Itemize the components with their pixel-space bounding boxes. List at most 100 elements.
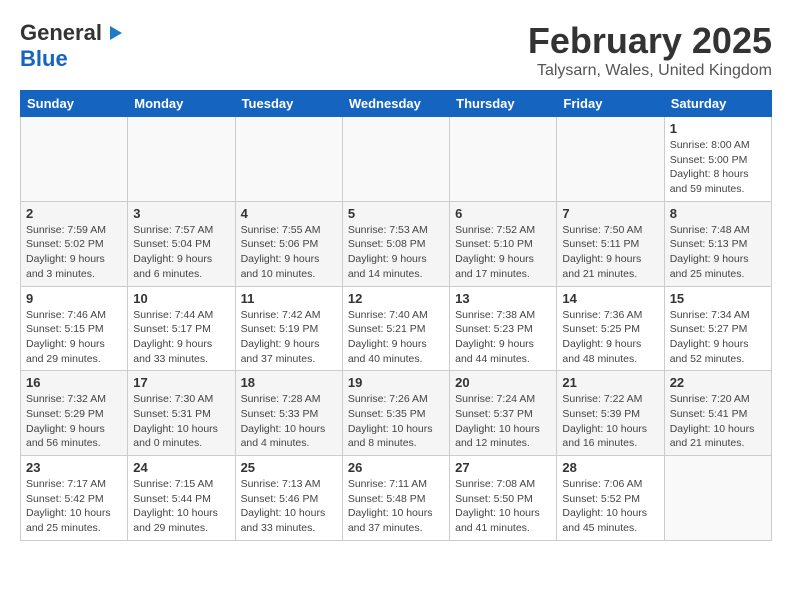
day-info: Sunrise: 7:36 AM Sunset: 5:25 PM Dayligh… — [562, 308, 658, 367]
location: Talysarn, Wales, United Kingdom — [528, 62, 772, 80]
calendar-cell: 6Sunrise: 7:52 AM Sunset: 5:10 PM Daylig… — [450, 201, 557, 286]
calendar-cell — [235, 117, 342, 202]
day-info: Sunrise: 7:06 AM Sunset: 5:52 PM Dayligh… — [562, 477, 658, 536]
calendar-cell: 20 Sunrise: 7:24 AM Sunset: 5:37 PM Dayli… — [450, 371, 557, 456]
day-number: 5 — [348, 206, 444, 221]
day-info: Sunrise: 7:46 AM Sunset: 5:15 PM Dayligh… — [26, 308, 122, 367]
calendar-cell — [128, 117, 235, 202]
calendar-cell: 25 Sunrise: 7:13 AM Sunset: 5:46 PM Dayli… — [235, 456, 342, 541]
calendar-cell: 7 Sunrise: 7:50 AM Sunset: 5:11 PM Daylig… — [557, 201, 664, 286]
day-number: 19 — [348, 375, 444, 390]
day-number: 4 — [241, 206, 337, 221]
calendar-cell: 27 Sunrise: 7:08 AM Sunset: 5:50 PM Dayli… — [450, 456, 557, 541]
day-info: Sunrise: 7:50 AM Sunset: 5:11 PM Dayligh… — [562, 223, 658, 282]
calendar-cell — [557, 117, 664, 202]
calendar-cell — [450, 117, 557, 202]
day-info: Sunrise: 7:34 AM Sunset: 5:27 PM Dayligh… — [670, 308, 766, 367]
calendar-cell: 17Sunrise: 7:30 AM Sunset: 5:31 PM Dayli… — [128, 371, 235, 456]
calendar-cell: 28 Sunrise: 7:06 AM Sunset: 5:52 PM Dayli… — [557, 456, 664, 541]
day-info: Sunrise: 7:55 AM Sunset: 5:06 PM Dayligh… — [241, 223, 337, 282]
calendar-cell — [664, 456, 771, 541]
calendar-cell: 21 Sunrise: 7:22 AM Sunset: 5:39 PM Dayli… — [557, 371, 664, 456]
logo: General Blue — [20, 20, 124, 72]
calendar-cell: 5 Sunrise: 7:53 AM Sunset: 5:08 PM Daylig… — [342, 201, 449, 286]
calendar-cell: 12 Sunrise: 7:40 AM Sunset: 5:21 PM Dayli… — [342, 286, 449, 371]
day-number: 2 — [26, 206, 122, 221]
day-info: Sunrise: 7:30 AM Sunset: 5:31 PM Dayligh… — [133, 392, 229, 451]
day-number: 25 — [241, 460, 337, 475]
calendar-cell: 11 Sunrise: 7:42 AM Sunset: 5:19 PM Dayli… — [235, 286, 342, 371]
calendar-cell: 24 Sunrise: 7:15 AM Sunset: 5:44 PM Dayli… — [128, 456, 235, 541]
calendar-week-5: 23 Sunrise: 7:17 AM Sunset: 5:42 PM Dayli… — [21, 456, 772, 541]
calendar-week-1: 1 Sunrise: 8:00 AM Sunset: 5:00 PM Daylig… — [21, 117, 772, 202]
day-info: Sunrise: 7:22 AM Sunset: 5:39 PM Dayligh… — [562, 392, 658, 451]
day-info: Sunrise: 7:44 AM Sunset: 5:17 PM Dayligh… — [133, 308, 229, 367]
calendar-cell: 23 Sunrise: 7:17 AM Sunset: 5:42 PM Dayli… — [21, 456, 128, 541]
day-number: 26 — [348, 460, 444, 475]
weekday-header-thursday: Thursday — [450, 91, 557, 117]
calendar-cell: 15Sunrise: 7:34 AM Sunset: 5:27 PM Dayli… — [664, 286, 771, 371]
calendar-cell: 1 Sunrise: 8:00 AM Sunset: 5:00 PM Daylig… — [664, 117, 771, 202]
weekday-header-sunday: Sunday — [21, 91, 128, 117]
day-number: 18 — [241, 375, 337, 390]
calendar-cell: 18Sunrise: 7:28 AM Sunset: 5:33 PM Dayli… — [235, 371, 342, 456]
day-number: 23 — [26, 460, 122, 475]
calendar-week-3: 9 Sunrise: 7:46 AM Sunset: 5:15 PM Daylig… — [21, 286, 772, 371]
day-info: Sunrise: 7:53 AM Sunset: 5:08 PM Dayligh… — [348, 223, 444, 282]
calendar-week-2: 2 Sunrise: 7:59 AM Sunset: 5:02 PM Daylig… — [21, 201, 772, 286]
day-number: 12 — [348, 291, 444, 306]
day-info: Sunrise: 7:32 AM Sunset: 5:29 PM Dayligh… — [26, 392, 122, 451]
calendar-cell — [342, 117, 449, 202]
day-number: 11 — [241, 291, 337, 306]
month-title: February 2025 — [528, 20, 772, 62]
day-info: Sunrise: 7:52 AM Sunset: 5:10 PM Dayligh… — [455, 223, 551, 282]
day-number: 24 — [133, 460, 229, 475]
day-info: Sunrise: 7:38 AM Sunset: 5:23 PM Dayligh… — [455, 308, 551, 367]
calendar-cell: 9 Sunrise: 7:46 AM Sunset: 5:15 PM Daylig… — [21, 286, 128, 371]
weekday-header-wednesday: Wednesday — [342, 91, 449, 117]
day-info: Sunrise: 7:13 AM Sunset: 5:46 PM Dayligh… — [241, 477, 337, 536]
calendar-table: SundayMondayTuesdayWednesdayThursdayFrid… — [20, 90, 772, 541]
logo-blue-text: Blue — [20, 46, 68, 71]
day-number: 21 — [562, 375, 658, 390]
calendar-cell: 4 Sunrise: 7:55 AM Sunset: 5:06 PM Daylig… — [235, 201, 342, 286]
day-info: Sunrise: 8:00 AM Sunset: 5:00 PM Dayligh… — [670, 138, 766, 197]
calendar-cell: 10 Sunrise: 7:44 AM Sunset: 5:17 PM Dayli… — [128, 286, 235, 371]
day-info: Sunrise: 7:42 AM Sunset: 5:19 PM Dayligh… — [241, 308, 337, 367]
day-info: Sunrise: 7:26 AM Sunset: 5:35 PM Dayligh… — [348, 392, 444, 451]
day-number: 14 — [562, 291, 658, 306]
day-info: Sunrise: 7:57 AM Sunset: 5:04 PM Dayligh… — [133, 223, 229, 282]
day-number: 13 — [455, 291, 551, 306]
day-info: Sunrise: 7:24 AM Sunset: 5:37 PM Dayligh… — [455, 392, 551, 451]
day-number: 1 — [670, 121, 766, 136]
calendar-cell: 14 Sunrise: 7:36 AM Sunset: 5:25 PM Dayli… — [557, 286, 664, 371]
day-number: 9 — [26, 291, 122, 306]
weekday-header-friday: Friday — [557, 91, 664, 117]
day-info: Sunrise: 7:11 AM Sunset: 5:48 PM Dayligh… — [348, 477, 444, 536]
day-info: Sunrise: 7:08 AM Sunset: 5:50 PM Dayligh… — [455, 477, 551, 536]
day-number: 16 — [26, 375, 122, 390]
day-number: 20 — [455, 375, 551, 390]
calendar-cell: 2 Sunrise: 7:59 AM Sunset: 5:02 PM Daylig… — [21, 201, 128, 286]
day-number: 28 — [562, 460, 658, 475]
day-number: 10 — [133, 291, 229, 306]
day-number: 3 — [133, 206, 229, 221]
day-info: Sunrise: 7:59 AM Sunset: 5:02 PM Dayligh… — [26, 223, 122, 282]
day-info: Sunrise: 7:40 AM Sunset: 5:21 PM Dayligh… — [348, 308, 444, 367]
day-info: Sunrise: 7:15 AM Sunset: 5:44 PM Dayligh… — [133, 477, 229, 536]
calendar-cell: 16 Sunrise: 7:32 AM Sunset: 5:29 PM Dayli… — [21, 371, 128, 456]
title-block: February 2025 Talysarn, Wales, United Ki… — [528, 20, 772, 80]
calendar-cell: 13 Sunrise: 7:38 AM Sunset: 5:23 PM Dayli… — [450, 286, 557, 371]
calendar-cell: 19 Sunrise: 7:26 AM Sunset: 5:35 PM Dayli… — [342, 371, 449, 456]
weekday-header-saturday: Saturday — [664, 91, 771, 117]
weekday-header-tuesday: Tuesday — [235, 91, 342, 117]
day-number: 7 — [562, 206, 658, 221]
weekday-header-monday: Monday — [128, 91, 235, 117]
day-info: Sunrise: 7:17 AM Sunset: 5:42 PM Dayligh… — [26, 477, 122, 536]
calendar-cell: 3 Sunrise: 7:57 AM Sunset: 5:04 PM Daylig… — [128, 201, 235, 286]
logo-arrow-icon — [102, 22, 124, 44]
weekday-header-row: SundayMondayTuesdayWednesdayThursdayFrid… — [21, 91, 772, 117]
day-number: 8 — [670, 206, 766, 221]
calendar-cell: 22Sunrise: 7:20 AM Sunset: 5:41 PM Dayli… — [664, 371, 771, 456]
day-number: 27 — [455, 460, 551, 475]
